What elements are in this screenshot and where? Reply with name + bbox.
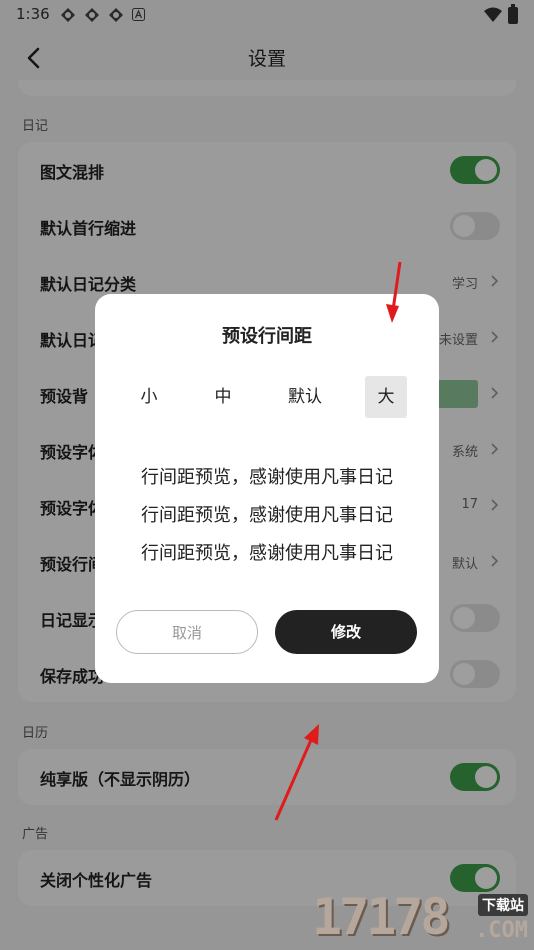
watermark-tag: 下载站 xyxy=(478,894,528,916)
option-large[interactable]: 大 xyxy=(365,376,407,418)
watermark-domain: .COM xyxy=(475,918,528,943)
line-spacing-dialog: 预设行间距 小 中 默认 大 行间距预览，感谢使用凡事日记 行间距预览，感谢使用… xyxy=(95,294,439,683)
watermark-number: 17178 xyxy=(312,888,451,946)
site-watermark: 17178 下载站 .COM xyxy=(312,888,534,950)
preview-line: 行间距预览，感谢使用凡事日记 xyxy=(141,467,393,488)
option-small[interactable]: 小 xyxy=(129,376,169,418)
cancel-button[interactable]: 取消 xyxy=(116,610,258,654)
option-medium[interactable]: 中 xyxy=(203,376,243,418)
preview-line: 行间距预览，感谢使用凡事日记 xyxy=(141,543,393,564)
dialog-title: 预设行间距 xyxy=(222,326,312,347)
preview-line: 行间距预览，感谢使用凡事日记 xyxy=(141,505,393,526)
confirm-button[interactable]: 修改 xyxy=(275,610,417,654)
option-default[interactable]: 默认 xyxy=(281,376,329,418)
